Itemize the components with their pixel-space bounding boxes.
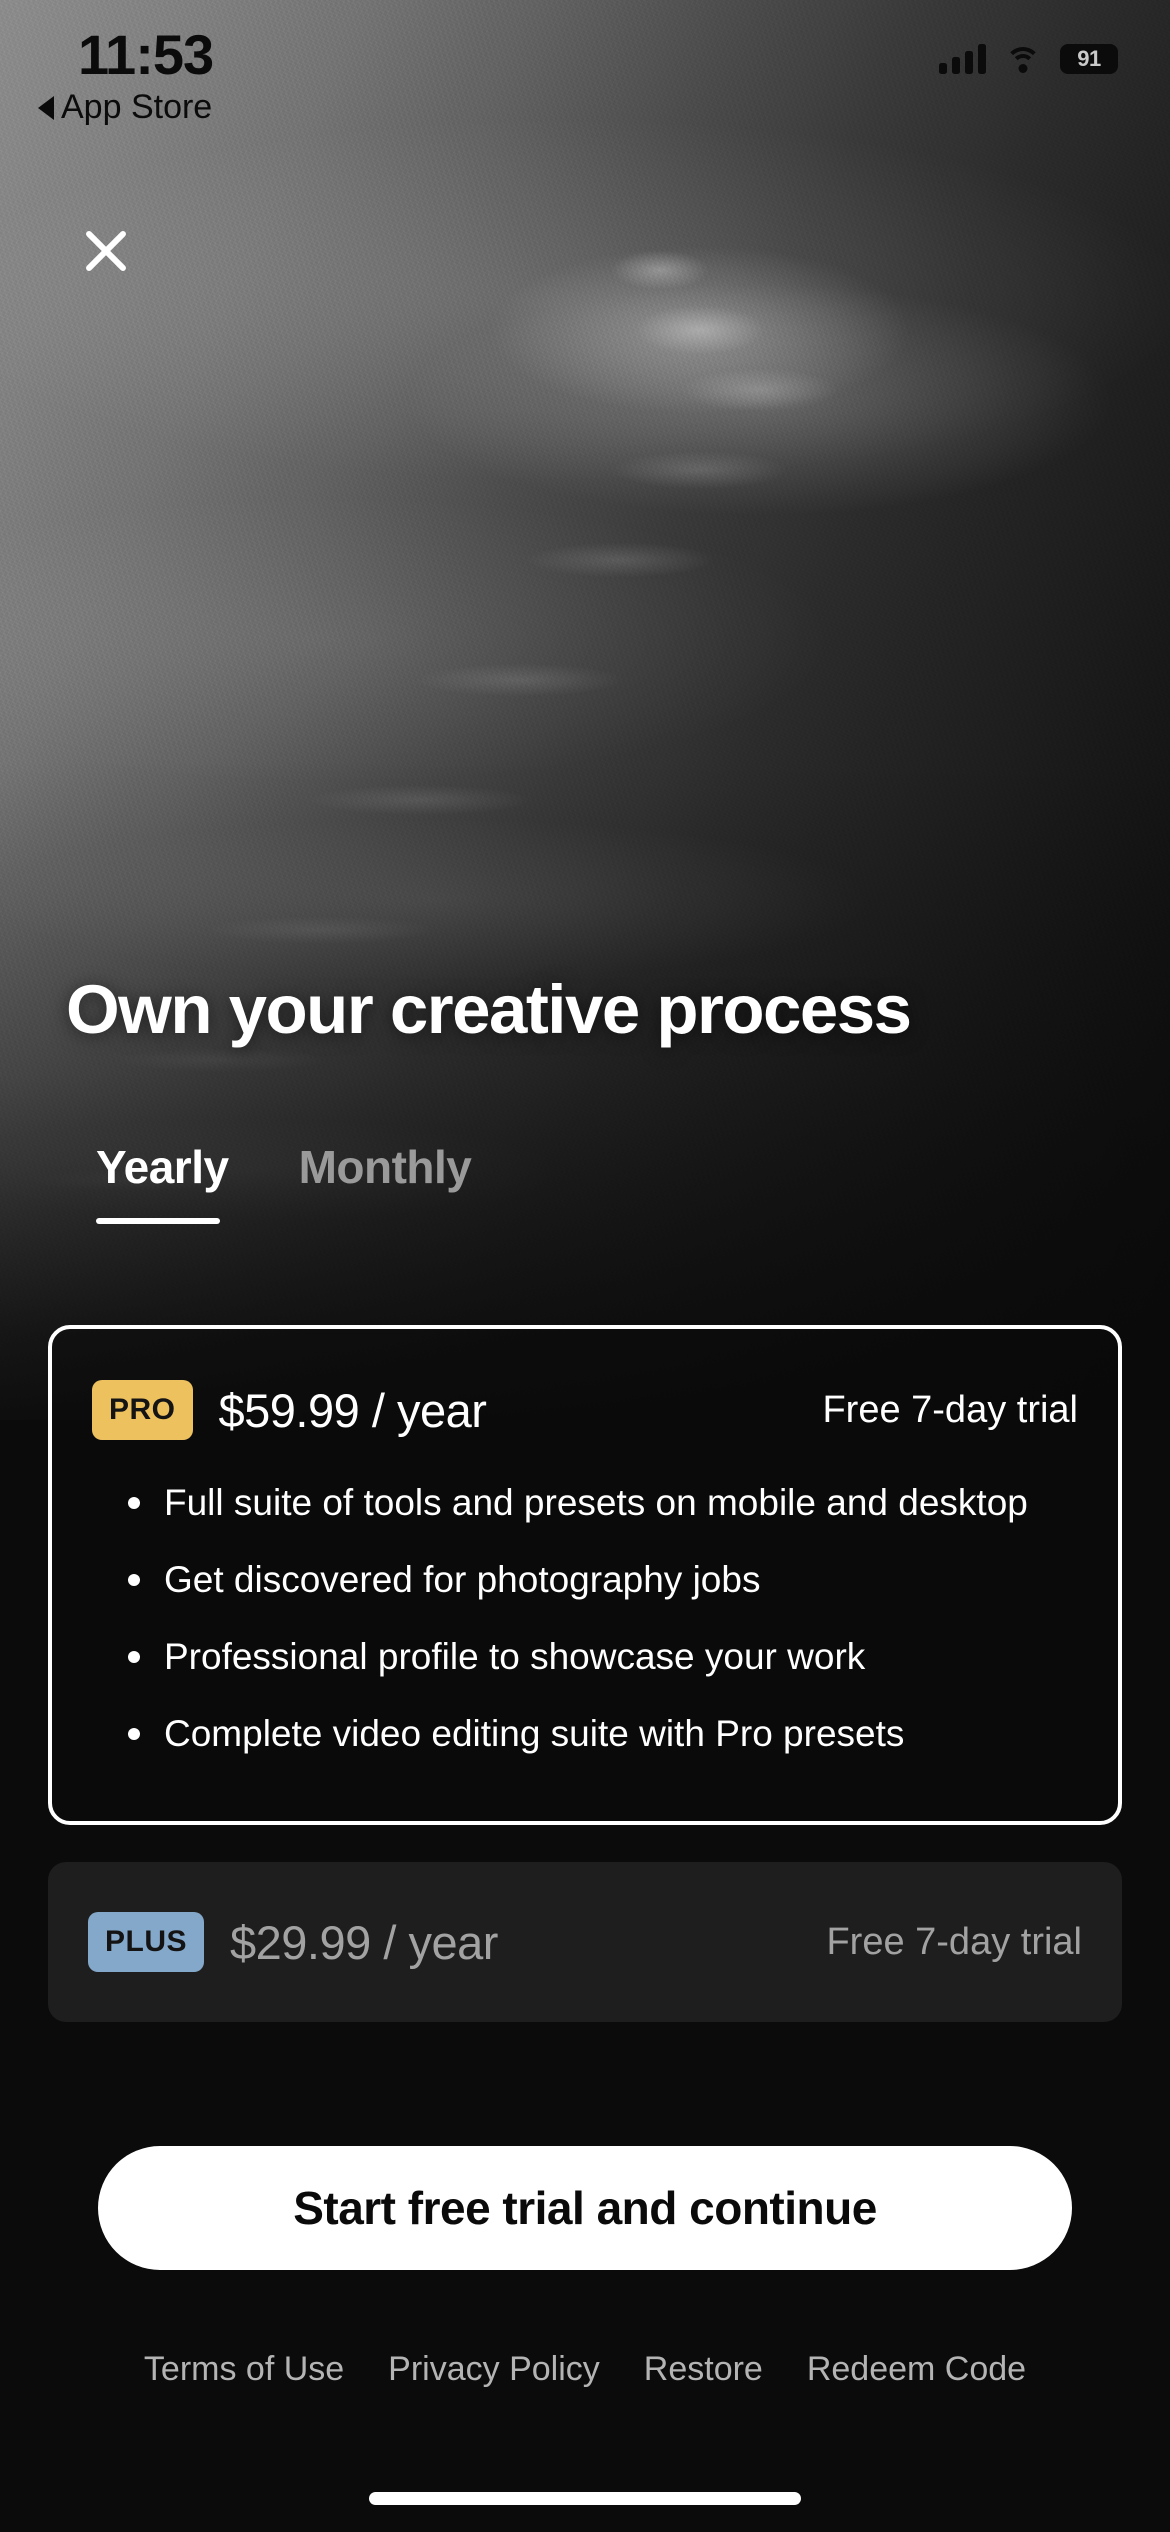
bullet-icon xyxy=(128,1574,140,1586)
bullet-icon xyxy=(128,1651,140,1663)
plan-pro-header: PRO $59.99 / year Free 7-day trial xyxy=(92,1379,1078,1441)
start-free-trial-button[interactable]: Start free trial and continue xyxy=(98,2146,1072,2270)
list-item: Complete video editing suite with Pro pr… xyxy=(128,1713,1078,1754)
privacy-policy-link[interactable]: Privacy Policy xyxy=(388,2350,600,2389)
list-item: Full suite of tools and presets on mobil… xyxy=(128,1482,1078,1523)
plan-pro-trial-label: Free 7-day trial xyxy=(822,1388,1078,1431)
plan-pro-feature-list: Full suite of tools and presets on mobil… xyxy=(128,1482,1078,1754)
home-indicator[interactable] xyxy=(369,2492,801,2505)
plan-plus-trial-label: Free 7-day trial xyxy=(826,1920,1082,1963)
page-title: Own your creative process xyxy=(66,971,912,1048)
tab-yearly-label: Yearly xyxy=(96,1141,229,1193)
tab-monthly[interactable]: Monthly xyxy=(299,1140,472,1224)
tab-yearly[interactable]: Yearly xyxy=(96,1140,229,1224)
feature-text: Professional profile to showcase your wo… xyxy=(164,1636,866,1677)
plan-plus-header: PLUS $29.99 / year Free 7-day trial xyxy=(88,1862,1082,2022)
plan-card-pro[interactable]: PRO $59.99 / year Free 7-day trial Full … xyxy=(48,1325,1122,1825)
bullet-icon xyxy=(128,1728,140,1740)
redeem-code-link[interactable]: Redeem Code xyxy=(807,2350,1026,2389)
bullet-icon xyxy=(128,1497,140,1509)
close-icon[interactable] xyxy=(70,215,142,287)
tab-monthly-label: Monthly xyxy=(298,1141,472,1193)
cellular-signal-icon xyxy=(939,44,986,74)
feature-text: Get discovered for photography jobs xyxy=(164,1559,761,1600)
back-to-app-store-link[interactable]: App Store xyxy=(38,88,212,127)
plan-card-plus[interactable]: PLUS $29.99 / year Free 7-day trial xyxy=(48,1862,1122,2022)
footer-links: Terms of Use Privacy Policy Restore Rede… xyxy=(0,2350,1170,2389)
status-badge-pro: PRO xyxy=(92,1380,193,1440)
back-caret-icon xyxy=(38,95,54,120)
plan-plus-price: $29.99 / year xyxy=(230,1915,498,1969)
list-item: Get discovered for photography jobs xyxy=(128,1559,1078,1600)
battery-percent-label: 91 xyxy=(1077,46,1101,71)
status-bar-indicators: 91 xyxy=(939,44,1118,74)
restore-link[interactable]: Restore xyxy=(644,2350,763,2389)
start-free-trial-label: Start free trial and continue xyxy=(293,2182,877,2234)
status-bar-clock: 11:53 xyxy=(78,23,214,86)
battery-icon: 91 xyxy=(1060,44,1118,74)
status-badge-plus: PLUS xyxy=(88,1912,205,1972)
wifi-icon xyxy=(1005,45,1041,73)
feature-text: Full suite of tools and presets on mobil… xyxy=(164,1482,1028,1523)
billing-period-tabs: Yearly Monthly xyxy=(96,1140,472,1224)
terms-of-use-link[interactable]: Terms of Use xyxy=(144,2350,344,2389)
back-label-text: App Store xyxy=(61,88,213,126)
paywall-screen: 11:53 91 App Store Own your creative pro… xyxy=(0,0,1170,2532)
tab-active-underline xyxy=(96,1218,220,1224)
feature-text: Complete video editing suite with Pro pr… xyxy=(164,1713,905,1754)
status-bar: 11:53 91 App Store xyxy=(0,0,1170,135)
list-item: Professional profile to showcase your wo… xyxy=(128,1636,1078,1677)
plan-pro-price: $59.99 / year xyxy=(218,1383,487,1437)
